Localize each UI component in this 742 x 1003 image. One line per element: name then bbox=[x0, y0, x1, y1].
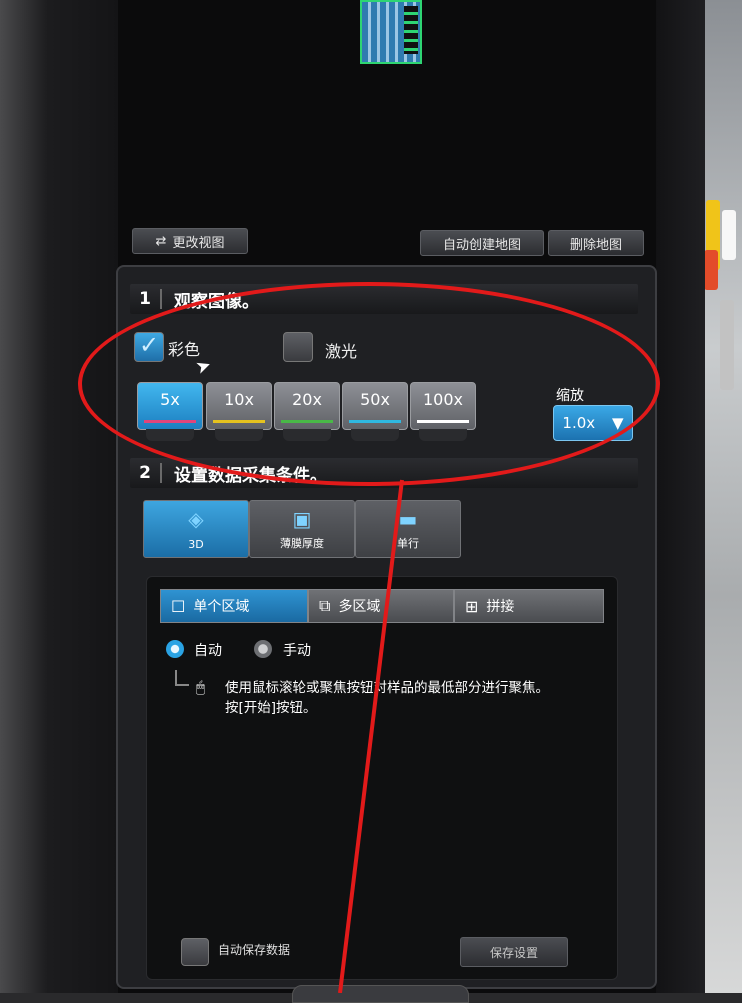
annotation-pointer-line bbox=[338, 479, 404, 993]
